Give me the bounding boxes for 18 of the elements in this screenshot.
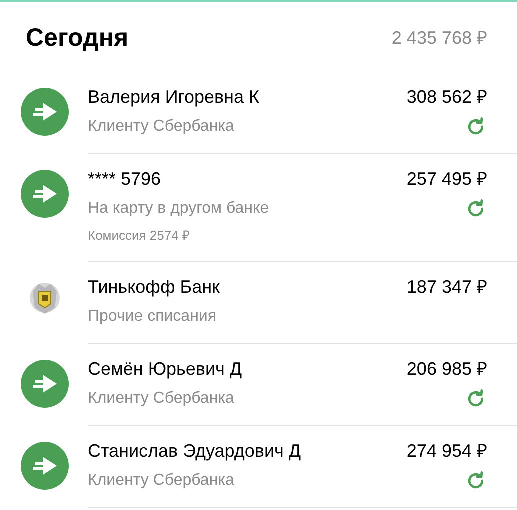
operation-category: Прочие списания (88, 306, 218, 326)
amount: 274 954 ₽ (406, 440, 487, 462)
amount: 257 495 ₽ (406, 168, 487, 190)
operation-category: Клиенту Сбербанка (88, 388, 236, 408)
operation-category: Клиенту Сбербанка (88, 470, 236, 490)
section-title: Сегодня (26, 23, 129, 54)
payee-name: **** 5796 (88, 168, 162, 190)
operation-category: На карту в другом банке (88, 198, 270, 218)
payee-name: Тинькофф Банк (88, 276, 220, 299)
amount: 187 347 ₽ (406, 276, 487, 298)
section-total: 2 435 768 ₽ (392, 27, 487, 50)
payee-name: Валерия Игоревна К (88, 86, 260, 109)
amount: 206 985 ₽ (406, 358, 487, 380)
payee-name: Семён Юрьевич Д (88, 358, 242, 381)
commission-note: Комиссия 2574 ₽ (88, 226, 192, 244)
operation-category: Клиенту Сбербанка (88, 116, 236, 136)
payee-name: Станислав Эдуардович Д (88, 440, 302, 463)
amount: 308 562 ₽ (406, 86, 487, 108)
